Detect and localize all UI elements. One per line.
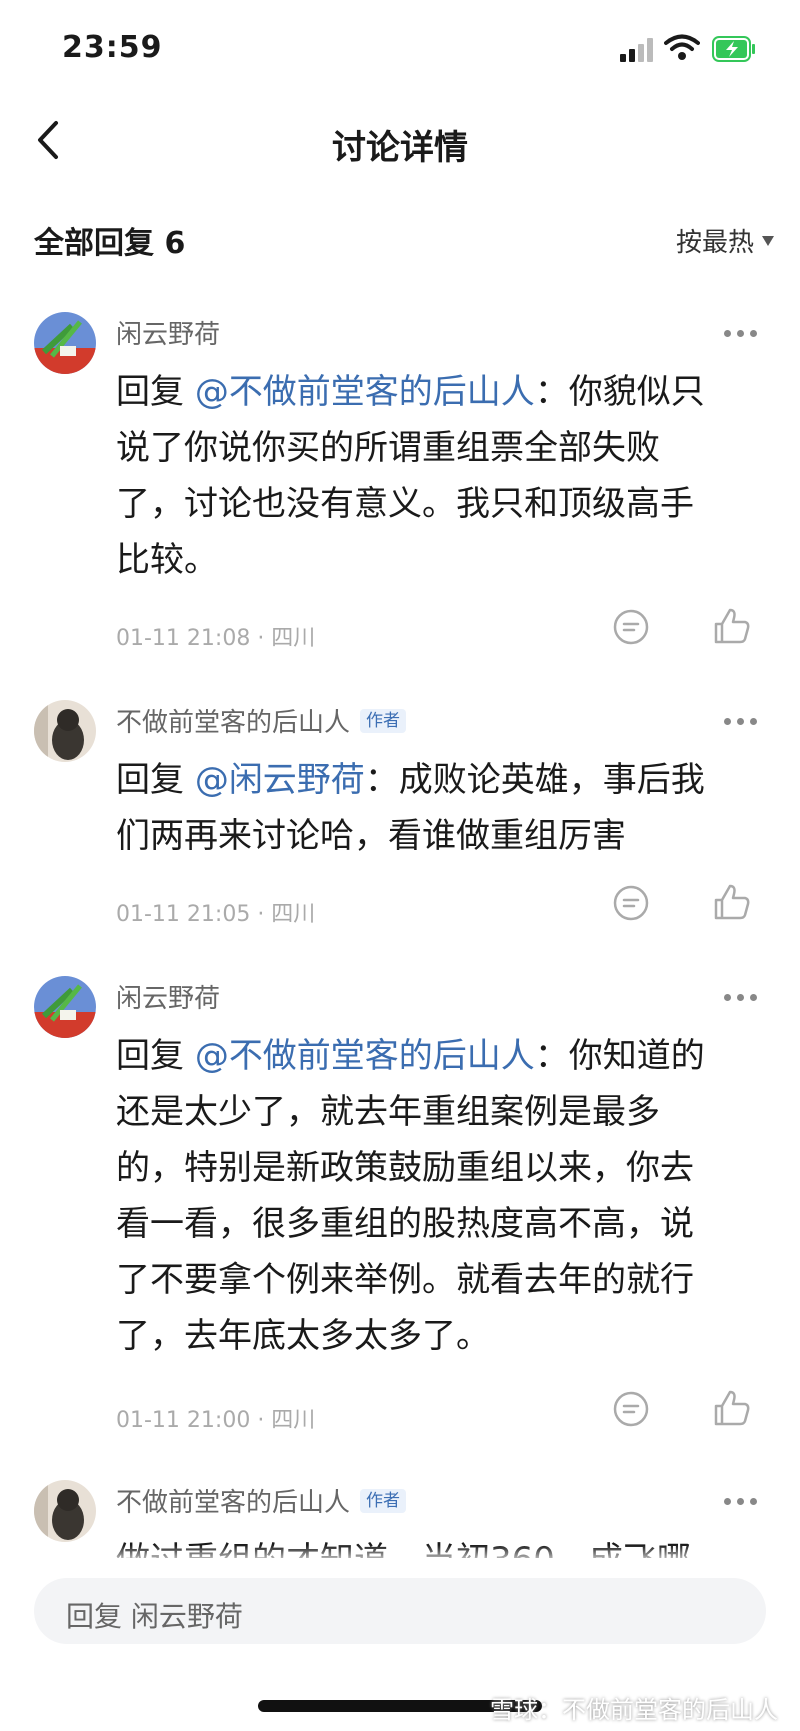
reply-prefix: 回复 (116, 1036, 195, 1076)
reply-comment-icon[interactable] (612, 884, 650, 922)
comment-body: 回复 @不做前堂客的后山人：你知道的 还是太少了，就去年重组案例是最多 的，特别… (116, 1028, 756, 1364)
watermark: 雪球：不做前堂客的后山人 (490, 1696, 778, 1724)
wifi-icon (664, 34, 700, 60)
comment-line: 比较。 (116, 540, 218, 580)
comment-line: 了不要拿个例来举例。就看去年的就行 (116, 1260, 694, 1300)
avatar[interactable] (34, 976, 96, 1038)
username[interactable]: 不做前堂客的后山人 作者 (116, 1482, 407, 1519)
page-title: 讨论详情 (332, 128, 468, 168)
username-text: 闲云野荷 (116, 984, 221, 1014)
username[interactable]: 不做前堂客的后山人 作者 (116, 702, 407, 739)
username[interactable]: 闲云野荷 (116, 314, 220, 351)
username-text: 不做前堂客的后山人 (116, 708, 351, 738)
comment-body: 回复 @闲云野荷：成败论英雄，事后我 们两再来讨论哈，看谁做重组厉害 (116, 752, 756, 864)
reply-comment-icon[interactable] (612, 608, 650, 646)
comment-line: 的，特别是新政策鼓励重组以来，你去 (116, 1148, 694, 1188)
avatar[interactable] (34, 312, 96, 374)
reply-prefix: 回复 (116, 372, 195, 412)
like-thumb-icon[interactable] (710, 604, 754, 648)
more-options-icon[interactable] (724, 1498, 758, 1506)
comment-line: 看一看，很多重组的股热度高不高，说 (116, 1204, 694, 1244)
avatar[interactable] (34, 1480, 96, 1542)
status-time: 23:59 (62, 30, 163, 65)
more-options-icon[interactable] (724, 994, 758, 1002)
sort-dropdown[interactable]: 按最热 (676, 222, 774, 259)
mention-link[interactable]: @不做前堂客的后山人 (195, 1036, 535, 1076)
comment-line: 还是太少了，就去年重组案例是最多 (116, 1092, 660, 1132)
more-options-icon[interactable] (724, 718, 758, 726)
comment-line: 了，去年底太多太多了。 (116, 1316, 490, 1356)
comment-line: 回复 @不做前堂客的后山人：你貌似只 (116, 364, 756, 420)
like-thumb-icon[interactable] (710, 880, 754, 924)
comment-line: 了，讨论也没有意义。我只和顶级高手 (116, 484, 694, 524)
like-thumb-icon[interactable] (710, 1386, 754, 1430)
comment-meta: 01-11 21:08 · 四川 (116, 626, 316, 651)
username-text: 闲云野荷 (116, 320, 221, 350)
mention-link[interactable]: @闲云野荷 (195, 760, 365, 800)
comment-line: 说了你说你买的所谓重组票全部失败 (116, 428, 660, 468)
comment-meta: 01-11 21:00 · 四川 (116, 1408, 316, 1433)
more-options-icon[interactable] (724, 330, 758, 338)
mention-link[interactable]: @不做前堂客的后山人 (195, 372, 535, 412)
comment-meta: 01-11 21:05 · 四川 (116, 902, 316, 927)
sort-label: 按最热 (675, 228, 754, 258)
comment-line: 回复 @闲云野荷：成败论英雄，事后我 (116, 752, 756, 808)
replies-count-title: 全部回复 6 (34, 226, 186, 261)
avatar[interactable] (34, 700, 96, 762)
author-badge: 作者 (360, 708, 407, 733)
fade-divider (0, 1545, 800, 1565)
comment-text: ：你貌似只 (534, 372, 705, 412)
battery-charging-icon (712, 36, 755, 62)
reply-comment-icon[interactable] (612, 1390, 650, 1428)
comment-line: 回复 @不做前堂客的后山人：你知道的 (116, 1028, 756, 1084)
comment-text: ：你知道的 (534, 1036, 705, 1076)
comment-text: ：成败论英雄，事后我 (364, 760, 705, 800)
username[interactable]: 闲云野荷 (116, 978, 220, 1015)
author-badge: 作者 (360, 1488, 407, 1513)
reply-prefix: 回复 (116, 760, 195, 800)
reply-placeholder: 回复 闲云野荷 (66, 1600, 243, 1633)
comment-body: 回复 @不做前堂客的后山人：你貌似只 说了你说你买的所谓重组票全部失败 了，讨论… (116, 364, 756, 588)
username-text: 不做前堂客的后山人 (116, 1488, 351, 1518)
caret-down-icon (762, 235, 774, 246)
cellular-signal-icon (620, 38, 656, 62)
comment-line: 们两再来讨论哈，看谁做重组厉害 (116, 816, 626, 856)
